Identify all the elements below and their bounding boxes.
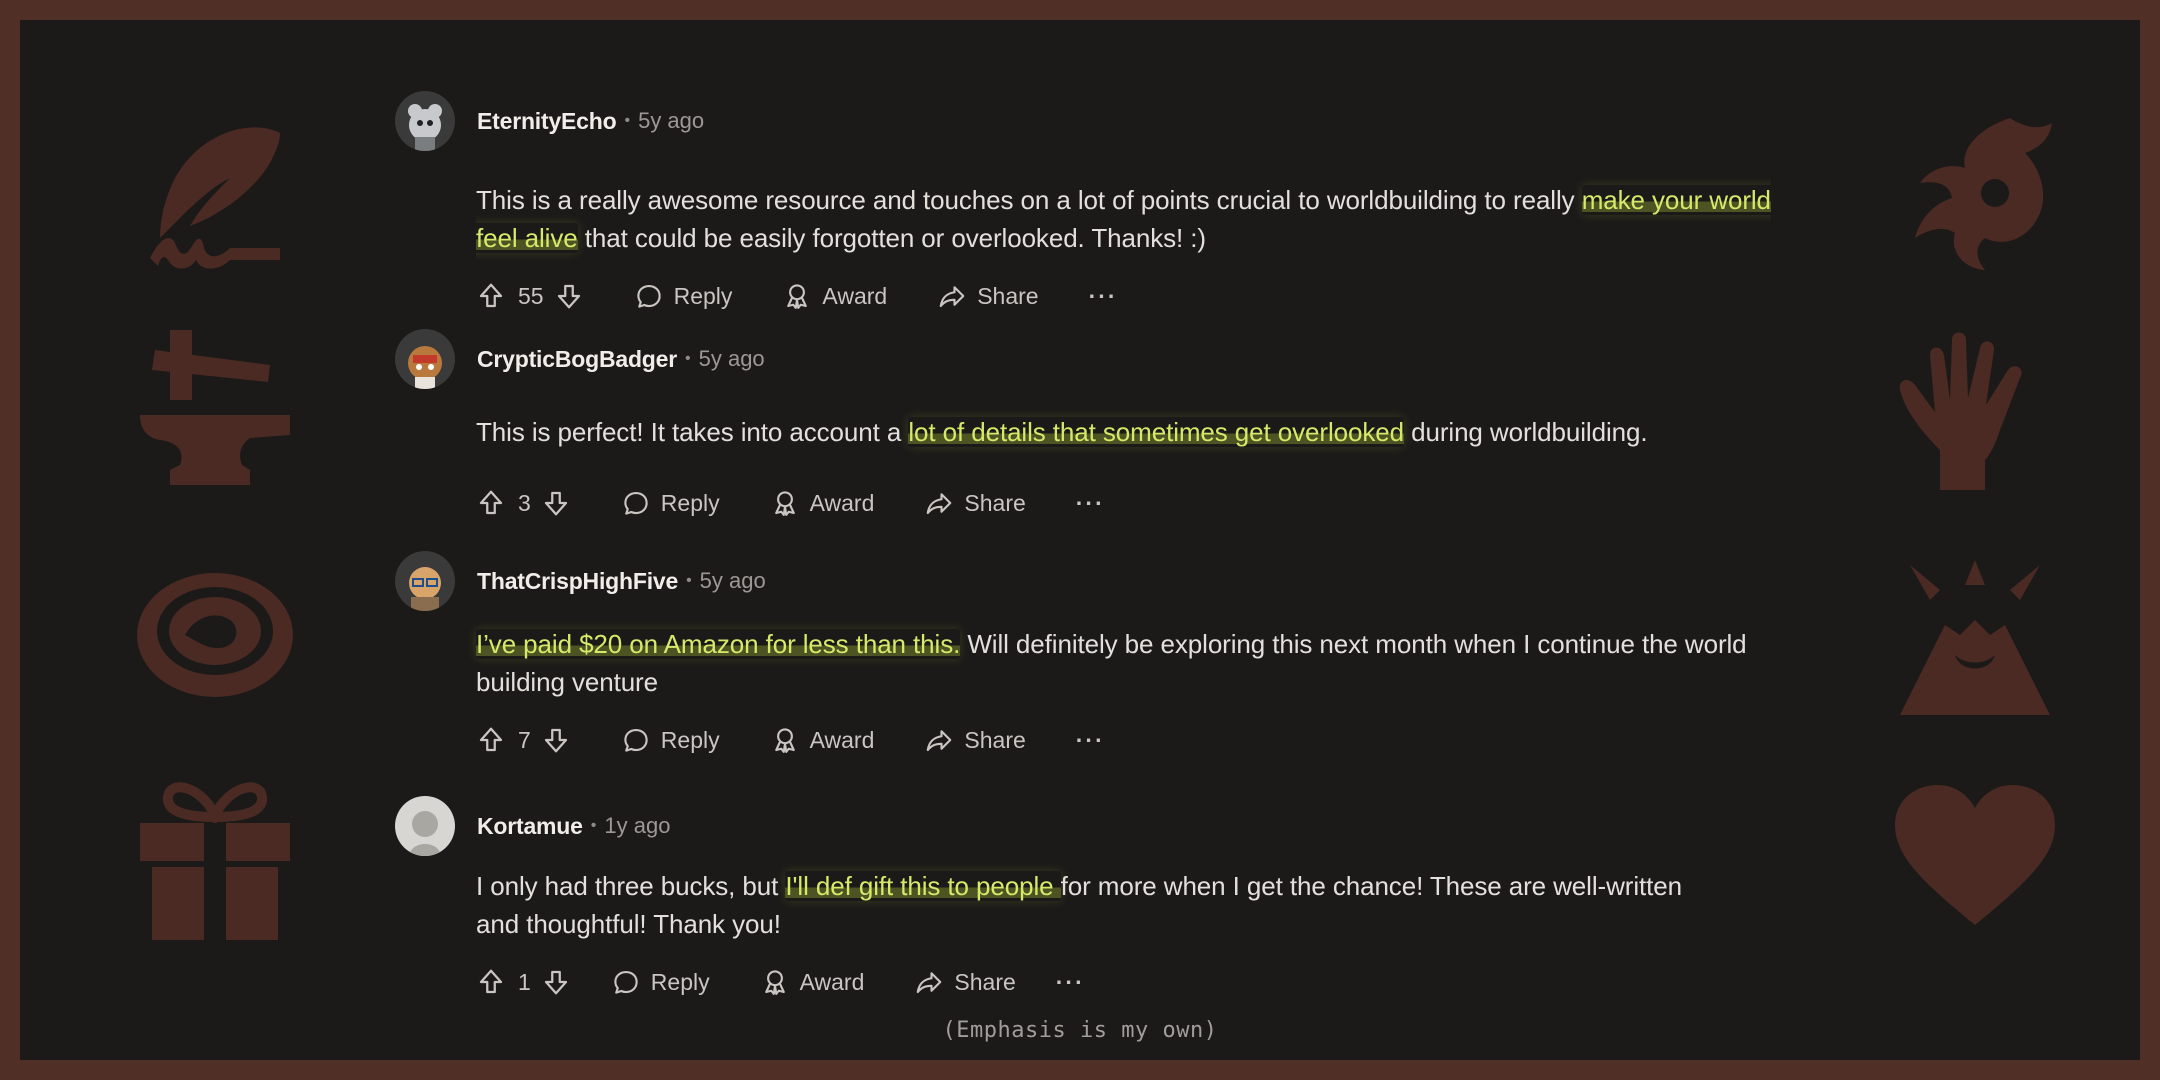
separator: •	[685, 350, 691, 367]
reply-icon	[621, 488, 651, 518]
reply-button[interactable]: Reply	[634, 281, 733, 311]
reply-label: Reply	[650, 968, 710, 995]
vote-count: 3	[518, 489, 531, 516]
share-button[interactable]: Share	[914, 967, 1016, 997]
text-segment: This is a really awesome resource and to…	[476, 185, 1582, 215]
hand-icon	[1890, 330, 2060, 495]
reply-button[interactable]: Reply	[621, 725, 720, 755]
share-icon	[914, 967, 944, 997]
action-bar: 1 Reply Award Share ···	[476, 962, 1085, 1002]
comment-text: This is a really awesome resource and to…	[476, 181, 1806, 257]
comment-text: I only had three bucks, but I'll def gif…	[476, 867, 1706, 943]
text-segment: I only had three bucks, but	[476, 871, 786, 901]
share-icon	[924, 725, 954, 755]
downvote-icon[interactable]	[554, 281, 584, 311]
text-segment: This is perfect! It takes into account a	[476, 417, 909, 447]
reply-label: Reply	[660, 489, 720, 516]
share-button[interactable]: Share	[937, 281, 1039, 311]
share-icon	[937, 281, 967, 311]
username[interactable]: ThatCrispHighFive	[477, 568, 678, 595]
downvote-icon[interactable]	[541, 725, 571, 755]
upvote-icon[interactable]	[476, 967, 506, 997]
more-options-button[interactable]: ···	[1076, 490, 1105, 517]
highlighted-text: lot of details that sometimes get overlo…	[908, 417, 1404, 447]
reply-button[interactable]: Reply	[621, 488, 720, 518]
separator: •	[590, 817, 597, 834]
action-bar: 55 Reply Award Share ···	[476, 276, 1118, 316]
anvil-hammer-icon	[130, 320, 300, 490]
upvote-icon[interactable]	[476, 281, 506, 311]
timestamp[interactable]: 5y ago	[699, 346, 765, 372]
upvote-icon[interactable]	[476, 725, 506, 755]
reply-icon	[621, 725, 651, 755]
caption: (Emphasis is my own)	[942, 1018, 1218, 1043]
share-label: Share	[954, 968, 1016, 995]
highlighted-text: I'll def gift this to people	[785, 871, 1061, 901]
separator: •	[686, 572, 692, 589]
reply-label: Reply	[673, 282, 733, 309]
text-segment: that could be easily forgotten or overlo…	[577, 223, 1206, 253]
volcano-icon	[1890, 555, 2060, 725]
award-button[interactable]: Award	[782, 281, 887, 311]
award-button[interactable]: Award	[760, 967, 865, 997]
comment-text: This is perfect! It takes into account a…	[476, 413, 1806, 451]
share-icon	[924, 488, 954, 518]
panel: EternityEcho • 5y ago This is a really a…	[20, 20, 2140, 1060]
downvote-icon[interactable]	[541, 488, 571, 518]
quill-signature-icon	[130, 108, 300, 278]
share-button[interactable]: Share	[924, 488, 1026, 518]
separator: •	[624, 112, 631, 129]
dragon-icon	[1890, 108, 2060, 278]
timestamp[interactable]: 1y ago	[604, 813, 670, 839]
award-button[interactable]: Award	[770, 725, 875, 755]
username[interactable]: Kortamue	[477, 813, 583, 840]
reply-icon	[611, 967, 641, 997]
action-bar: 7 Reply Award Share ···	[476, 720, 1105, 760]
timestamp[interactable]: 5y ago	[700, 568, 766, 594]
downvote-icon[interactable]	[541, 967, 571, 997]
text-segment: during worldbuilding.	[1403, 417, 1648, 447]
award-label: Award	[822, 282, 888, 309]
highlighted-text: I’ve paid $20 on Amazon for less than th…	[476, 629, 961, 659]
more-options-button[interactable]: ···	[1056, 969, 1085, 996]
award-icon	[760, 967, 790, 997]
coin-icon	[130, 565, 300, 705]
award-label: Award	[799, 968, 865, 995]
vote-count: 55	[518, 282, 544, 309]
award-icon	[782, 281, 812, 311]
more-options-button[interactable]: ···	[1076, 727, 1105, 754]
reply-icon	[634, 281, 664, 311]
upvote-icon[interactable]	[476, 488, 506, 518]
share-label: Share	[964, 726, 1026, 753]
reply-button[interactable]: Reply	[611, 967, 710, 997]
avatar[interactable]	[395, 91, 455, 151]
avatar[interactable]	[395, 796, 455, 856]
username[interactable]: EternityEcho	[477, 108, 617, 135]
share-label: Share	[964, 489, 1026, 516]
heart-icon	[1890, 780, 2060, 930]
reply-label: Reply	[660, 726, 720, 753]
vote-count: 7	[518, 726, 531, 753]
avatar[interactable]	[395, 329, 455, 389]
username[interactable]: CrypticBogBadger	[477, 346, 677, 373]
avatar[interactable]	[395, 551, 455, 611]
award-label: Award	[809, 726, 875, 753]
award-label: Award	[809, 489, 875, 516]
timestamp[interactable]: 5y ago	[638, 108, 704, 134]
award-icon	[770, 725, 800, 755]
award-button[interactable]: Award	[770, 488, 875, 518]
vote-count: 1	[518, 968, 531, 995]
more-options-button[interactable]: ···	[1089, 283, 1118, 310]
action-bar: 3 Reply Award Share ···	[476, 483, 1105, 523]
award-icon	[770, 488, 800, 518]
comment-text: I’ve paid $20 on Amazon for less than th…	[476, 625, 1806, 701]
share-label: Share	[977, 282, 1039, 309]
gift-icon	[130, 775, 300, 945]
share-button[interactable]: Share	[924, 725, 1026, 755]
